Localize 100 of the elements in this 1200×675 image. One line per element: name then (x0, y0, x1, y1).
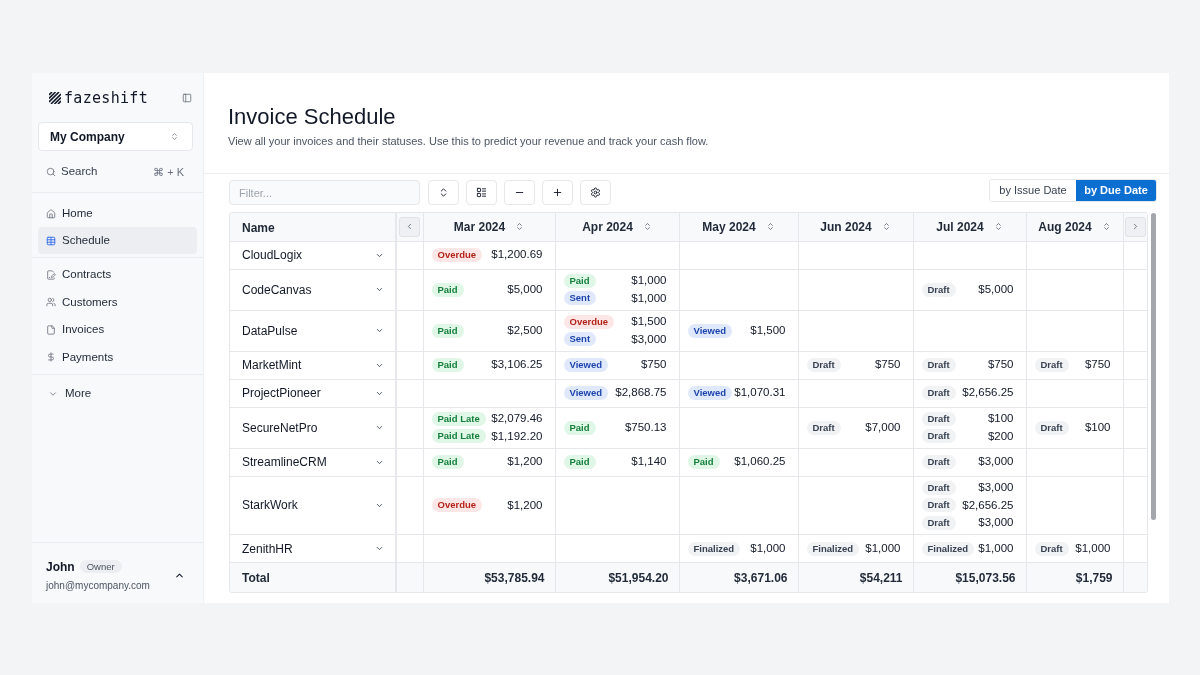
amount: $750 (1084, 357, 1111, 373)
settings-icon (590, 187, 601, 198)
amount: $2,868.75 (615, 385, 667, 401)
column-header: Name (242, 220, 275, 235)
status-badge: Draft (1034, 420, 1069, 435)
search-button[interactable]: Search (46, 163, 98, 181)
status-badge: Draft (1034, 358, 1069, 372)
list-icon (476, 187, 487, 198)
amount: $2,079.46 (491, 411, 543, 427)
chevron-down-icon[interactable] (375, 326, 384, 335)
sort-icon[interactable] (515, 222, 525, 232)
amount: $1,200 (507, 454, 543, 470)
status-badge: Paid (563, 455, 596, 469)
status-badge: Paid Late (431, 411, 486, 426)
amount: $1,000 (1075, 540, 1111, 556)
sort-icon[interactable] (881, 222, 891, 232)
total-amount: $53,785.94 (484, 571, 545, 586)
column-header: Aug 2024 (1038, 218, 1092, 236)
customer-name: DataPulse (242, 322, 298, 340)
keyboard-shortcut: ⌘ + K (153, 164, 184, 180)
chevron-down-icon[interactable] (375, 285, 384, 294)
amount: $1,500 (750, 322, 786, 338)
sort-icon[interactable] (642, 222, 652, 232)
status-badge: Viewed (563, 386, 609, 400)
users-icon (46, 297, 56, 308)
amount: $1,200 (507, 497, 543, 513)
status-badge: Draft (806, 358, 841, 372)
chevron-down-icon[interactable] (375, 544, 384, 553)
status-badge: Paid (431, 358, 464, 372)
amount: $1,000 (631, 290, 667, 306)
status-badge: Draft (806, 420, 841, 435)
amount: $1,000 (978, 540, 1014, 556)
status-badge: Draft (921, 358, 956, 372)
amount: $100 (1084, 419, 1111, 435)
column-header: Jun 2024 (820, 218, 872, 236)
sort-icon[interactable] (1101, 222, 1111, 232)
nav-item[interactable]: Schedule (38, 227, 197, 254)
status-badge: Draft (921, 411, 956, 426)
total-amount: $54,211 (859, 571, 903, 586)
status-badge: Viewed (687, 323, 733, 338)
amount: $3,000 (631, 331, 667, 347)
view-button[interactable] (466, 180, 497, 205)
status-badge: Draft (921, 429, 956, 444)
amount: $200 (987, 428, 1014, 444)
table-icon (46, 235, 56, 246)
sort-icon[interactable] (765, 222, 775, 232)
sidebar-toggle-icon[interactable] (182, 93, 192, 103)
nav-item[interactable]: Customers (38, 288, 197, 316)
total-amount: $3,671.06 (734, 571, 788, 586)
amount: $750 (640, 357, 667, 373)
nav-item[interactable]: Payments (38, 343, 197, 371)
amount: $1,070.31 (734, 385, 786, 401)
page-title: Invoice Schedule (228, 103, 397, 131)
customer-name: MarketMint (242, 357, 302, 374)
customer-name: SecureNetPro (242, 419, 318, 437)
amount: $1,140 (631, 454, 667, 470)
status-badge: Draft (921, 480, 956, 495)
nav-item[interactable]: Contracts (38, 261, 197, 289)
amount: $750 (874, 357, 901, 373)
amount: $7,000 (865, 419, 901, 435)
amount: $1,000 (631, 273, 667, 289)
amount: $2,656.25 (962, 385, 1014, 401)
amount: $3,000 (978, 515, 1014, 531)
amount: $1,500 (631, 314, 667, 330)
status-badge: Sent (563, 291, 597, 306)
customer-name: StreamlineCRM (242, 454, 327, 471)
column-header: May 2024 (702, 218, 756, 236)
chevrons-up-down-icon (438, 187, 449, 198)
nav-item[interactable]: Invoices (38, 316, 197, 344)
amount: $3,106.25 (491, 357, 543, 373)
sort-icon[interactable] (993, 222, 1003, 232)
status-badge: Paid (431, 282, 464, 297)
scrollbar[interactable] (1151, 213, 1156, 520)
status-badge: Overdue (431, 498, 483, 513)
filter-field[interactable]: Filter... (229, 180, 420, 205)
nav-item[interactable]: Home (38, 200, 197, 227)
amount: $3,000 (978, 480, 1014, 496)
chevrons-up-down-icon (170, 132, 179, 141)
page-subtitle: View all your invoices and their statuses. Use this to predict your revenue and track your cash flow. (228, 134, 710, 148)
toggle-option[interactable]: by Due Date (1076, 180, 1156, 201)
amount: $2,500 (507, 322, 543, 338)
settings-button[interactable] (580, 180, 611, 205)
amount: $750.13 (624, 419, 667, 435)
customer-name: ProjectPioneer (242, 385, 321, 402)
dollar-icon (46, 352, 56, 363)
customer-name: CloudLogix (242, 247, 303, 264)
status-badge: Viewed (687, 386, 733, 400)
status-badge: Paid (687, 455, 720, 469)
status-badge: Paid (431, 455, 464, 469)
status-badge: Overdue (431, 248, 483, 262)
more-button[interactable]: More (38, 380, 92, 407)
chevron-down-icon[interactable] (375, 423, 384, 432)
brand-name: fazeshift (64, 89, 148, 107)
status-badge: Overdue (563, 314, 615, 329)
total-amount: $51,954.20 (608, 571, 669, 586)
amount: $5,000 (978, 281, 1014, 297)
company-selector[interactable]: My Company (38, 122, 193, 151)
status-badge: Draft (921, 282, 956, 297)
amount: $1,000 (865, 540, 901, 556)
status-badge: Finalized (806, 541, 860, 556)
